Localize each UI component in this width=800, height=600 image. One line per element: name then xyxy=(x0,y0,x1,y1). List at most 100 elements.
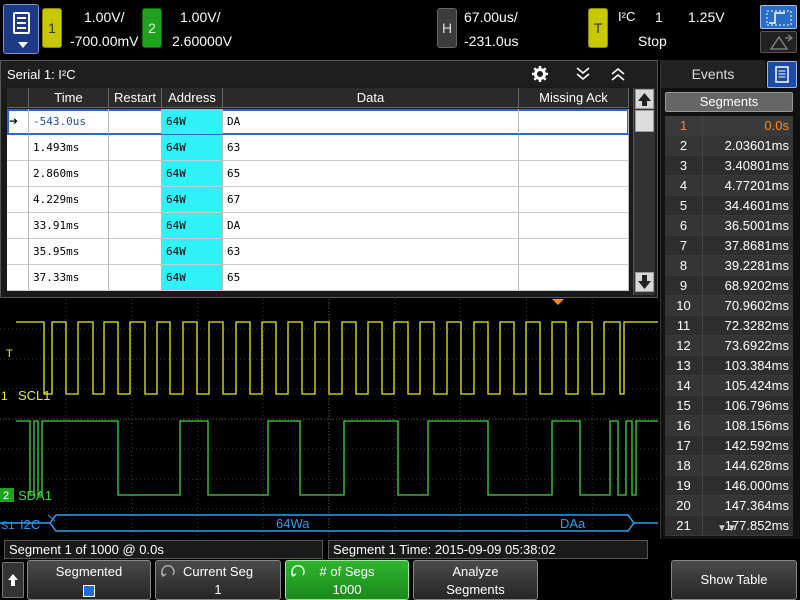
column-header-time[interactable]: Time xyxy=(29,88,109,108)
cell-restart xyxy=(109,135,162,160)
segment-time: 68.9202ms xyxy=(724,278,789,293)
column-header-address[interactable]: Address xyxy=(162,88,223,108)
segment-row[interactable]: 6 36.5001ms xyxy=(665,216,793,236)
channel-1-button[interactable]: 1 xyxy=(42,8,62,48)
show-table-softkey[interactable]: Show Table xyxy=(671,560,797,600)
column-header-missing-ack[interactable]: Missing Ack xyxy=(519,88,629,108)
segment-number: 16 xyxy=(665,416,703,436)
collapse-down-icon[interactable] xyxy=(574,65,592,83)
event-list-icon[interactable] xyxy=(767,61,797,88)
trigger-source: 1 xyxy=(655,9,663,25)
trigger-edge-icon[interactable] xyxy=(760,5,797,29)
main-menu-button[interactable] xyxy=(3,4,39,54)
i2c-decode-bar xyxy=(49,514,635,532)
segment-row[interactable]: 4 4.77201ms xyxy=(665,176,793,196)
sda-waveform xyxy=(16,420,658,496)
current-seg-softkey[interactable]: Current Seg 1 xyxy=(155,560,281,600)
table-row[interactable]: 35.95ms 64W 63 xyxy=(7,239,629,265)
delta-measure-icon[interactable] xyxy=(760,31,797,53)
column-header-data[interactable]: Data xyxy=(223,88,519,108)
cell-ack xyxy=(519,265,629,290)
segment-time: 4.77201ms xyxy=(724,178,789,193)
segment-row[interactable]: 18 144.628ms xyxy=(665,456,793,476)
trigger-button[interactable]: T xyxy=(588,8,608,48)
segment-row[interactable]: 9 68.9202ms xyxy=(665,276,793,296)
table-scrollbar[interactable] xyxy=(633,88,655,295)
segment-number: 2 xyxy=(665,136,703,156)
gear-icon[interactable] xyxy=(531,65,549,83)
segment-row[interactable]: 15 106.796ms xyxy=(665,396,793,416)
cell-restart xyxy=(109,213,162,238)
cell-address: 64W xyxy=(162,109,223,134)
tab-events[interactable]: Events xyxy=(661,60,765,88)
segment-row[interactable]: 20 147.364ms xyxy=(665,496,793,516)
table-row[interactable]: 4.229ms 64W 67 xyxy=(7,187,629,213)
segment-row[interactable]: 5 34.4601ms xyxy=(665,196,793,216)
table-row[interactable]: 37.33ms 64W 65 xyxy=(7,265,629,291)
segment-time: 39.2281ms xyxy=(724,258,789,273)
segment-row[interactable]: 2 2.03601ms xyxy=(665,136,793,156)
expand-up-icon[interactable] xyxy=(609,65,627,83)
cell-restart xyxy=(109,161,162,186)
segment-number: 15 xyxy=(665,396,703,416)
back-button[interactable] xyxy=(2,562,24,598)
cell-ack xyxy=(519,135,629,160)
segments-button[interactable]: Segments xyxy=(665,92,793,112)
segment-time: 2.03601ms xyxy=(724,138,789,153)
channel-1-number: 1 xyxy=(48,20,56,36)
num-segs-softkey[interactable]: # of Segs 1000 xyxy=(285,560,409,600)
current-seg-label: Current Seg xyxy=(182,564,254,579)
waveform-display[interactable]: T 1 SCL1 2 SDA1 S1 I2C 64Wa DAa xyxy=(0,299,658,539)
segmented-checkbox[interactable] xyxy=(28,582,150,597)
segment-row[interactable]: 16 108.156ms xyxy=(665,416,793,436)
table-row[interactable]: 2.860ms 64W 65 xyxy=(7,161,629,187)
segment-row[interactable]: 1 0.0s xyxy=(665,116,793,136)
segment-row[interactable]: 17 142.592ms xyxy=(665,436,793,456)
segment-row[interactable]: 3 3.40801ms xyxy=(665,156,793,176)
table-row[interactable]: ➔ -543.0us 64W DA xyxy=(7,109,629,135)
sda-label: SDA1 xyxy=(18,488,52,503)
cell-time: 37.33ms xyxy=(29,265,109,290)
chevron-down-icon xyxy=(18,42,28,48)
cell-data: 63 xyxy=(223,239,519,264)
segment-number: 21 xyxy=(665,516,703,536)
segment-row[interactable]: 14 105.424ms xyxy=(665,376,793,396)
cell-time: -543.0us xyxy=(29,109,109,134)
segment-list-more-icon: ▼▼ xyxy=(717,523,737,534)
segment-row[interactable]: 10 70.9602ms xyxy=(665,296,793,316)
segment-row[interactable]: 8 39.2281ms xyxy=(665,256,793,276)
segment-row[interactable]: 11 72.3282ms xyxy=(665,316,793,336)
channel-2-offset: 2.60000V xyxy=(172,33,232,49)
horizontal-button[interactable]: H xyxy=(437,8,457,48)
cell-data: DA xyxy=(223,213,519,238)
segment-number: 6 xyxy=(665,216,703,236)
scroll-down-button[interactable] xyxy=(635,272,654,292)
scroll-up-button[interactable] xyxy=(635,89,654,109)
segment-row[interactable]: 19 146.000ms xyxy=(665,476,793,496)
segment-row[interactable]: 7 37.8681ms xyxy=(665,236,793,256)
column-header-restart[interactable]: Restart xyxy=(109,88,162,108)
table-row[interactable]: 33.91ms 64W DA xyxy=(7,213,629,239)
channel-2-button[interactable]: 2 xyxy=(142,8,162,48)
table-row[interactable]: 1.493ms 64W 63 xyxy=(7,135,629,161)
channel-1-offset: -700.00mV xyxy=(70,33,139,49)
segmented-softkey[interactable]: Segmented xyxy=(27,560,151,600)
cell-marker xyxy=(7,187,29,212)
channel-2-number: 2 xyxy=(148,20,156,36)
segment-row[interactable]: 13 103.384ms xyxy=(665,356,793,376)
segment-time: 3.40801ms xyxy=(724,158,789,173)
trigger-level-marker: T xyxy=(6,348,13,360)
trigger-mode-toggle[interactable] xyxy=(760,5,797,53)
cell-data: 67 xyxy=(223,187,519,212)
scroll-thumb[interactable] xyxy=(635,110,654,132)
segment-row[interactable]: 12 73.6922ms xyxy=(665,336,793,356)
segment-list[interactable]: 1 0.0s 2 2.03601ms 3 3.40801ms 4 4.77201ms 5 34.4… xyxy=(665,116,793,536)
softkey-bar: Segmented Current Seg 1 # of Segs 1000 A… xyxy=(0,560,800,600)
segment-time: 146.000ms xyxy=(724,478,789,493)
analyze-segments-softkey[interactable]: Analyze Segments xyxy=(413,560,538,600)
segment-number: 3 xyxy=(665,156,703,176)
cell-time: 33.91ms xyxy=(29,213,109,238)
cell-data: 63 xyxy=(223,135,519,160)
cell-time: 4.229ms xyxy=(29,187,109,212)
cell-ack xyxy=(519,213,629,238)
